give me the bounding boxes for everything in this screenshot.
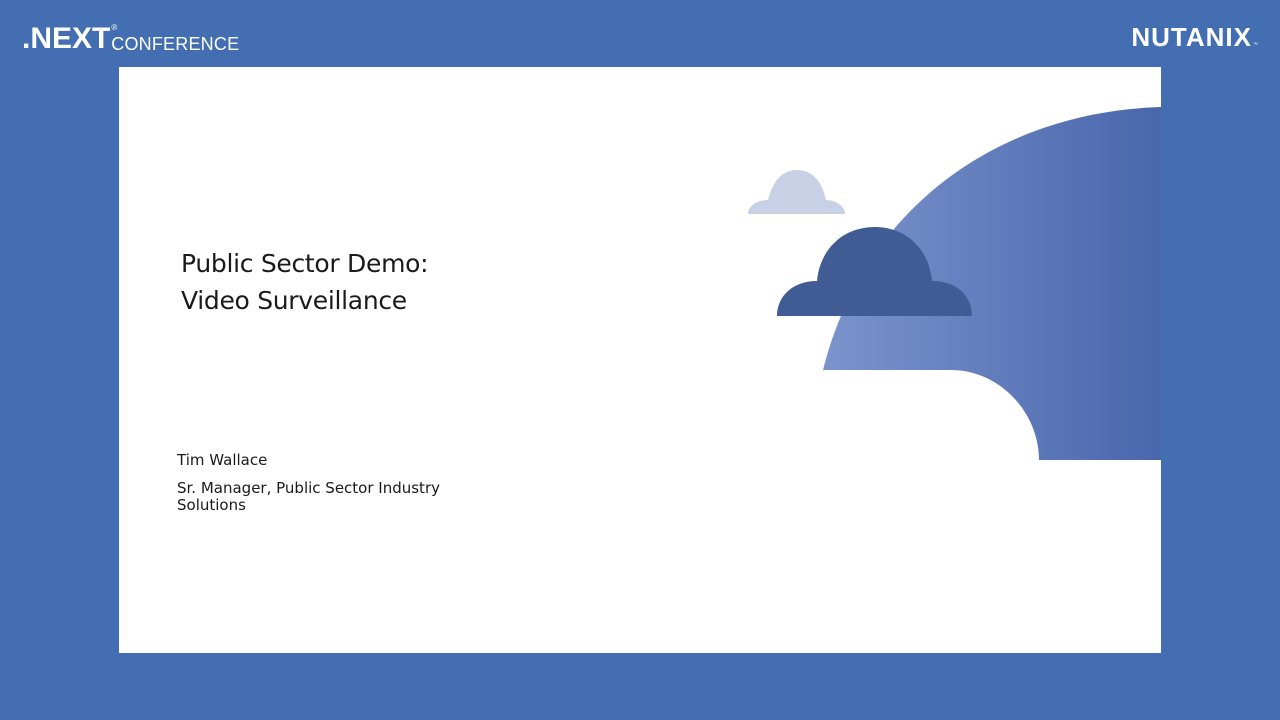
- slide-title-line-2: Video Surveillance: [181, 286, 407, 315]
- slide-title-line-1: Public Sector Demo:: [181, 249, 429, 278]
- slide-title: Public Sector Demo: Video Surveillance: [181, 245, 601, 319]
- nutanix-logo: NUTANIX ™: [1131, 24, 1258, 50]
- presenter-role: Sr. Manager, Public Sector Industry Solu…: [177, 479, 440, 514]
- small-cloud-icon: [748, 170, 845, 214]
- decorative-illustration: [748, 107, 1161, 460]
- nutanix-logo-brand: NUTANIX: [1131, 22, 1252, 52]
- title-slide: Public Sector Demo: Video Surveillance T…: [119, 67, 1161, 653]
- next-logo-registered-mark: ®: [111, 23, 118, 32]
- next-conference-logo: .NEXT ® CONFERENCE: [22, 20, 239, 54]
- next-logo-suffix: CONFERENCE: [111, 34, 240, 54]
- nutanix-logo-trademark: ™: [1253, 42, 1258, 48]
- next-logo-brand: .NEXT: [22, 22, 111, 55]
- presentation-frame: .NEXT ® CONFERENCE NUTANIX ™ Public Sect…: [0, 0, 1280, 720]
- presenter-name: Tim Wallace: [177, 451, 268, 469]
